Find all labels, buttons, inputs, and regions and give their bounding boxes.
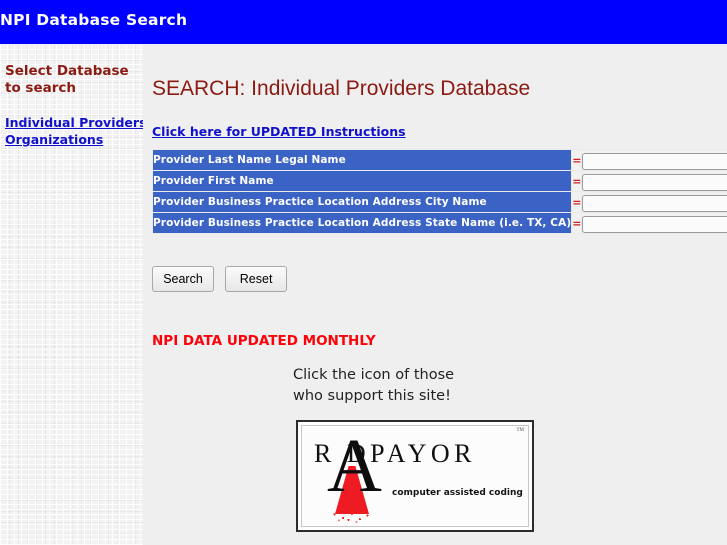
- trademark-icon: TM: [516, 428, 525, 433]
- field-input-cell: [582, 213, 727, 233]
- reset-button[interactable]: Reset: [225, 266, 288, 292]
- field-label-state: Provider Business Practice Location Addr…: [153, 213, 572, 233]
- sponsor-logo-frame: TM R DPAYOR A computer assisted coding: [301, 425, 529, 527]
- field-operator: =: [572, 150, 582, 170]
- instructions-link[interactable]: Click here for UPDATED Instructions: [152, 124, 406, 139]
- update-notice: NPI DATA UPDATED MONTHLY: [152, 333, 376, 349]
- field-operator: =: [572, 192, 582, 212]
- form-button-row: Search Reset: [152, 266, 293, 292]
- search-input-last-name[interactable]: [582, 153, 727, 170]
- main-content: SEARCH: Individual Providers Database Cl…: [143, 45, 727, 545]
- search-input-city[interactable]: [582, 195, 727, 212]
- field-operator: =: [572, 213, 582, 233]
- table-row: Provider Business Practice Location Addr…: [153, 213, 727, 233]
- search-form-table: Provider Last Name Legal Name = Provider…: [152, 149, 727, 234]
- page-title: SEARCH: Individual Providers Database: [152, 77, 531, 101]
- search-input-state[interactable]: [582, 216, 727, 233]
- table-row: Provider First Name =: [153, 171, 727, 191]
- sponsor-logo-radpayor[interactable]: TM R DPAYOR A computer assisted coding: [296, 420, 534, 532]
- site-title: NPI Database Search: [0, 11, 188, 29]
- field-operator: =: [572, 171, 582, 191]
- field-label-city: Provider Business Practice Location Addr…: [153, 192, 572, 212]
- beam-particles-icon: [330, 512, 374, 524]
- field-input-cell: [582, 192, 727, 212]
- table-row: Provider Last Name Legal Name =: [153, 150, 727, 170]
- support-text: Click the icon of those who support this…: [293, 365, 454, 407]
- site-header-bar: NPI Database Search: [0, 0, 727, 44]
- sponsor-tagline: computer assisted coding: [392, 488, 523, 498]
- sidebar-item-organizations[interactable]: Organizations: [5, 132, 103, 147]
- field-label-last-name: Provider Last Name Legal Name: [153, 150, 572, 170]
- sponsor-letter-a: A: [327, 425, 382, 508]
- search-button[interactable]: Search: [152, 266, 214, 292]
- field-input-cell: [582, 150, 727, 170]
- sidebar: Select Database to search Individual Pro…: [0, 45, 147, 545]
- sidebar-item-individual-providers[interactable]: Individual Providers: [5, 115, 147, 130]
- search-input-first-name[interactable]: [582, 174, 727, 191]
- field-label-first-name: Provider First Name: [153, 171, 572, 191]
- field-input-cell: [582, 171, 727, 191]
- support-text-line-1: Click the icon of those: [293, 367, 455, 383]
- table-row: Provider Business Practice Location Addr…: [153, 192, 727, 212]
- sidebar-heading: Select Database to search: [5, 63, 129, 96]
- support-text-line-2: who support this site!: [293, 388, 451, 404]
